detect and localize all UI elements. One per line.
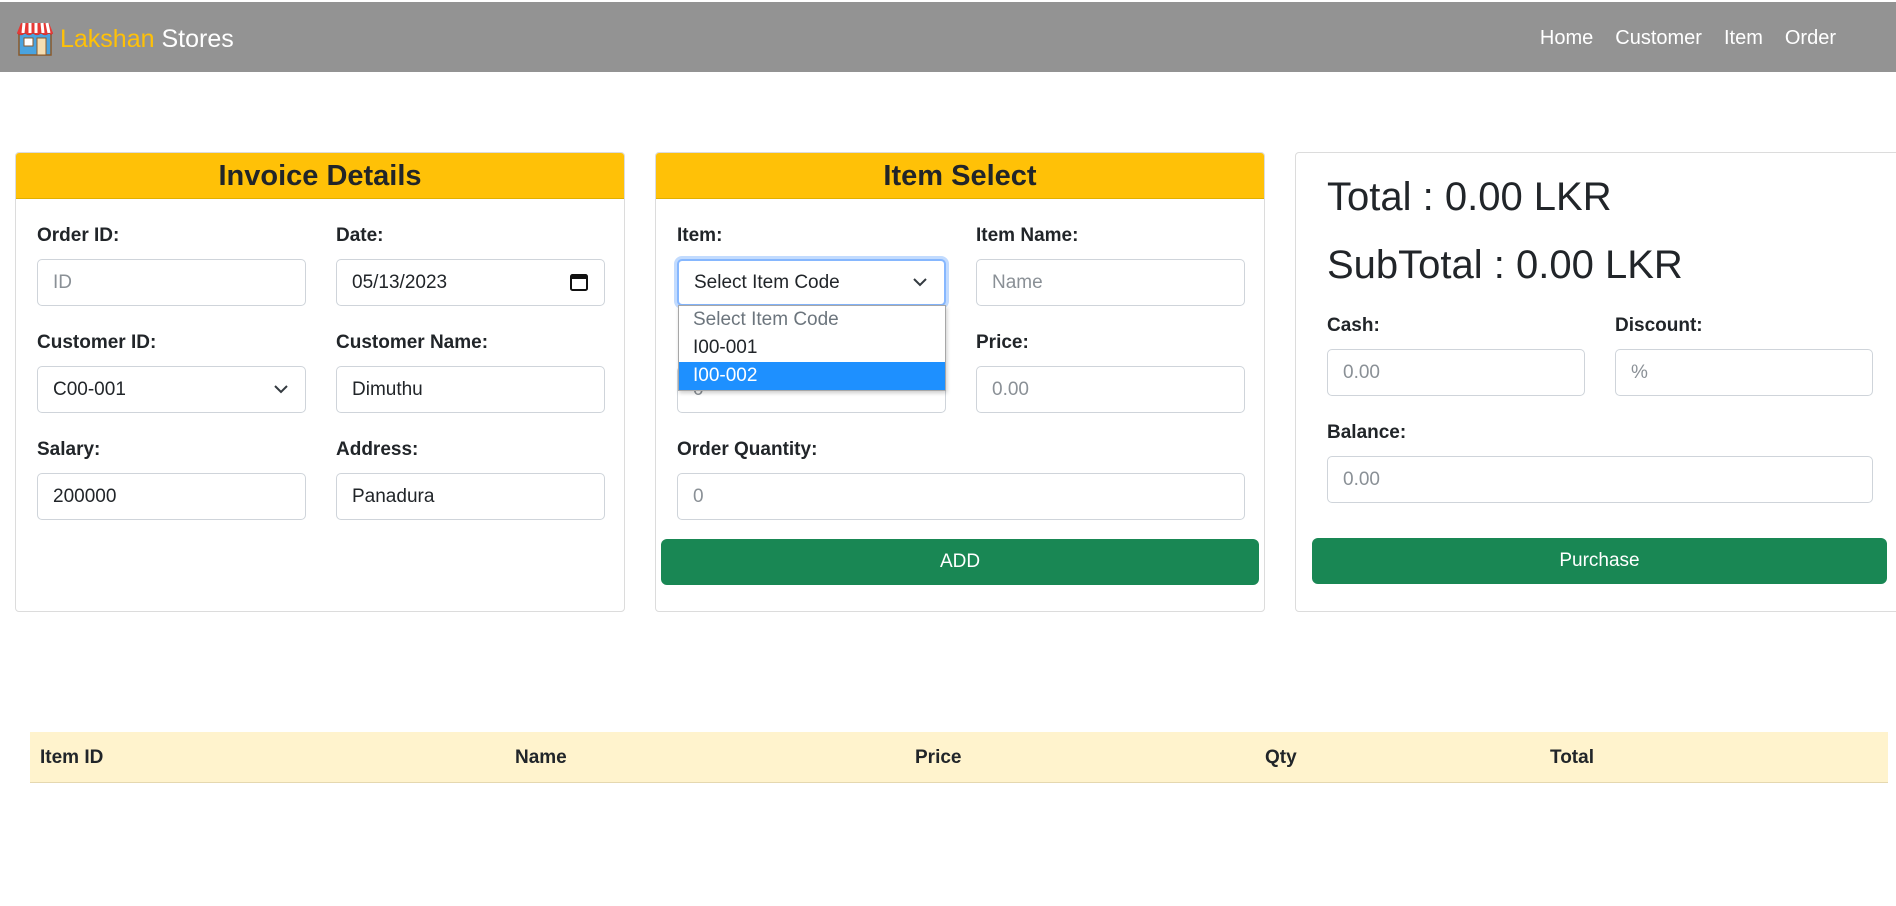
calendar-icon[interactable] [570, 273, 588, 291]
nav-customer[interactable]: Customer [1615, 27, 1702, 50]
item-code-dropdown: Select Item Code I00-001 I00-002 [678, 305, 946, 391]
dropdown-option[interactable]: Select Item Code [679, 306, 945, 334]
customer-id-label: Customer ID: [37, 332, 157, 353]
order-quantity-label: Order Quantity: [677, 439, 818, 460]
balance-input[interactable]: 0.00 [1327, 456, 1873, 503]
date-input[interactable]: 05/13/2023 [336, 259, 605, 306]
price-label: Price: [976, 332, 1029, 353]
item-select-title: Item Select [656, 153, 1264, 199]
column-name: Name [515, 747, 567, 768]
customer-name-label: Customer Name: [336, 332, 489, 353]
order-id-label: Order ID: [37, 225, 120, 246]
dropdown-option-highlighted[interactable]: I00-002 [679, 362, 945, 390]
item-label: Item: [677, 225, 723, 246]
invoice-details-title: Invoice Details [16, 153, 624, 199]
address-label: Address: [336, 439, 419, 460]
column-total: Total [1550, 747, 1594, 768]
navbar: Lakshan Stores Home Customer Item Order [0, 2, 1896, 72]
cash-input[interactable]: 0.00 [1327, 349, 1585, 396]
item-code-select[interactable]: Select Item Code [677, 259, 946, 306]
order-quantity-input[interactable]: 0 [677, 473, 1245, 520]
column-price: Price [915, 747, 962, 768]
customer-name-input[interactable]: Dimuthu [336, 366, 605, 413]
chevron-down-icon [274, 385, 288, 394]
total-amount: Total : 0.00 LKR [1327, 175, 1612, 219]
salary-input[interactable]: 200000 [37, 473, 306, 520]
store-icon [16, 22, 54, 56]
customer-id-select[interactable]: C00-001 [37, 366, 306, 413]
customer-id-value: C00-001 [53, 379, 126, 400]
chevron-down-icon [913, 278, 927, 287]
brand-name: Lakshan Stores [60, 24, 234, 53]
date-label: Date: [336, 225, 384, 246]
subtotal-amount: SubTotal : 0.00 LKR [1327, 243, 1683, 287]
invoice-details-card: Invoice Details Order ID: ID Date: 05/13… [15, 152, 625, 612]
cash-label: Cash: [1327, 315, 1380, 336]
add-button[interactable]: ADD [661, 539, 1259, 585]
dropdown-option[interactable]: I00-001 [679, 334, 945, 362]
column-qty: Qty [1265, 747, 1297, 768]
column-item-id: Item ID [40, 747, 104, 768]
item-name-label: Item Name: [976, 225, 1079, 246]
balance-label: Balance: [1327, 422, 1407, 443]
order-id-input[interactable]: ID [37, 259, 306, 306]
discount-label: Discount: [1615, 315, 1703, 336]
price-input[interactable]: 0.00 [976, 366, 1245, 413]
item-name-input[interactable]: Name [976, 259, 1245, 306]
nav-order[interactable]: Order [1785, 27, 1836, 50]
discount-input[interactable]: % [1615, 349, 1873, 396]
item-code-value: Select Item Code [694, 272, 840, 293]
order-table-header: Item ID Name Price Qty Total [30, 732, 1888, 783]
brand-second-word: Stores [161, 24, 234, 53]
nav-item[interactable]: Item [1724, 27, 1763, 50]
address-input[interactable]: Panadura [336, 473, 605, 520]
nav-home[interactable]: Home [1540, 27, 1593, 50]
brand[interactable]: Lakshan Stores [16, 20, 234, 58]
brand-first-word: Lakshan [60, 24, 155, 53]
date-value: 05/13/2023 [352, 272, 448, 293]
purchase-button[interactable]: Purchase [1312, 538, 1887, 584]
nav-links: Home Customer Item Order [1518, 27, 1836, 50]
salary-label: Salary: [37, 439, 101, 460]
summary-card: Total : 0.00 LKR SubTotal : 0.00 LKR Cas… [1295, 152, 1896, 612]
